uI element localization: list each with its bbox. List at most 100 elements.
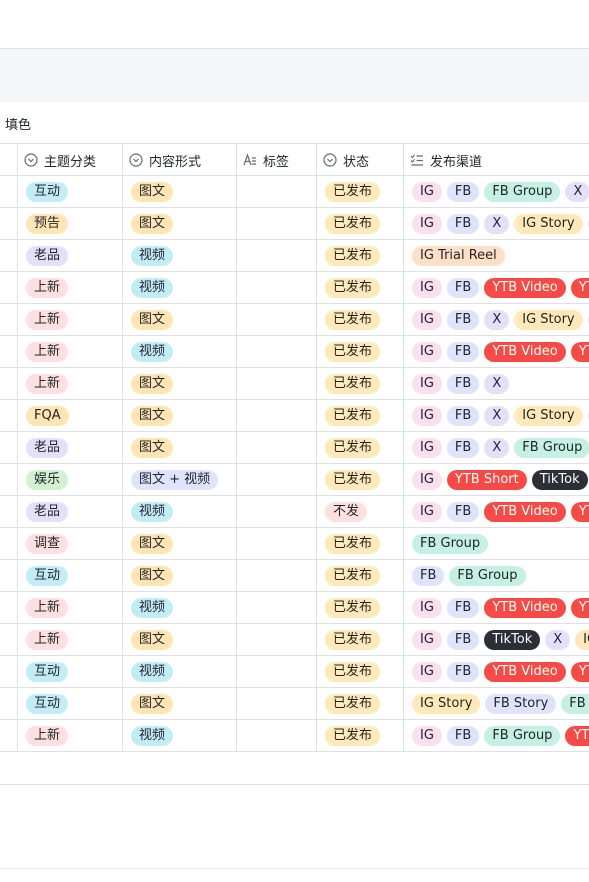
table-row[interactable]: 上新图文 已发布IGFBXIG StoryFB Story: [0, 304, 589, 336]
cell-topic[interactable]: 老品: [18, 240, 123, 271]
table-row[interactable]: 调查 图文 已发布 FB Group: [0, 528, 589, 560]
table-row[interactable]: 上新 图文 已发布 IG FB X: [0, 368, 589, 400]
cell-status[interactable]: 已发布: [317, 400, 404, 431]
cell-status[interactable]: 已发布: [317, 528, 404, 559]
cell-topic[interactable]: 娱乐: [18, 464, 123, 495]
cell-tags[interactable]: [237, 304, 317, 335]
cell-tags[interactable]: [237, 368, 317, 399]
cell-tags[interactable]: [237, 688, 317, 719]
cell-status[interactable]: 已发布: [317, 368, 404, 399]
table-row[interactable]: 互动 图文 已发布 FB FB Group: [0, 560, 589, 592]
fill-color-button[interactable]: 填色: [5, 114, 31, 133]
table-row[interactable]: 上新 视频 已发布 IGFBYTB VideoYTB Short: [0, 592, 589, 624]
cell-topic[interactable]: 上新: [18, 272, 123, 303]
table-row[interactable]: 老品 视频 不发 IGFBYTB VideoYTB Short: [0, 496, 589, 528]
cell-tags[interactable]: [237, 400, 317, 431]
cell-format[interactable]: 图文: [123, 368, 237, 399]
table-row[interactable]: FQA图文 已发布IGFBXIG StoryFB Story: [0, 400, 589, 432]
cell-format[interactable]: 视频: [123, 720, 237, 751]
table-row[interactable]: 上新 视频 已发布 IGFBYTB VideoYTB Short: [0, 336, 589, 368]
cell-topic[interactable]: 互动: [18, 560, 123, 591]
cell-topic[interactable]: 上新: [18, 720, 123, 751]
cell-format[interactable]: 视频: [123, 336, 237, 367]
cell-topic[interactable]: 互动: [18, 688, 123, 719]
cell-status[interactable]: 已发布: [317, 208, 404, 239]
table-row[interactable]: 上新 视频 已发布 IGFBFB GroupYTB Video: [0, 720, 589, 752]
column-header-tags[interactable]: 标签: [237, 144, 317, 176]
cell-channels[interactable]: IGFBXIG StoryFB Story: [404, 304, 589, 335]
table-row[interactable]: 预告图文已发布IGFBXIG StoryFB Story: [0, 208, 589, 240]
cell-status[interactable]: 已发布: [317, 336, 404, 367]
cell-format[interactable]: 视频: [123, 272, 237, 303]
cell-topic[interactable]: 老品: [18, 432, 123, 463]
cell-topic[interactable]: 上新: [18, 304, 123, 335]
cell-channels[interactable]: IG FB X: [404, 368, 589, 399]
table-row[interactable]: 老品 视频 已发布 IG Trial Reel: [0, 240, 589, 272]
table-row[interactable]: 互动 图文 已发布 IG FB FB Group X: [0, 176, 589, 208]
cell-tags[interactable]: [237, 560, 317, 591]
cell-channels[interactable]: IG Trial Reel: [404, 240, 589, 271]
cell-format[interactable]: 图文: [123, 624, 237, 655]
cell-channels[interactable]: IGFBYTB VideoYTB Short: [404, 496, 589, 527]
cell-status[interactable]: 已发布: [317, 304, 404, 335]
cell-tags[interactable]: [237, 528, 317, 559]
cell-channels[interactable]: IG StoryFB StoryFB Group: [404, 688, 589, 719]
cell-tags[interactable]: [237, 656, 317, 687]
cell-topic[interactable]: 互动: [18, 656, 123, 687]
cell-format[interactable]: 图文: [123, 400, 237, 431]
cell-format[interactable]: 图文 + 视频: [123, 464, 237, 495]
cell-channels[interactable]: IGFBXIG StoryFB Story: [404, 400, 589, 431]
cell-status[interactable]: 已发布: [317, 720, 404, 751]
cell-status[interactable]: 已发布: [317, 688, 404, 719]
cell-topic[interactable]: 上新: [18, 624, 123, 655]
cell-status[interactable]: 已发布: [317, 592, 404, 623]
cell-tags[interactable]: [237, 464, 317, 495]
cell-format[interactable]: 图文: [123, 560, 237, 591]
column-header-topic[interactable]: 主题分类: [18, 144, 123, 176]
cell-tags[interactable]: [237, 592, 317, 623]
column-header-status[interactable]: 状态: [317, 144, 404, 176]
cell-topic[interactable]: 老品: [18, 496, 123, 527]
cell-topic[interactable]: FQA: [18, 400, 123, 431]
cell-status[interactable]: 已发布: [317, 432, 404, 463]
cell-topic[interactable]: 上新: [18, 368, 123, 399]
cell-status[interactable]: 已发布: [317, 656, 404, 687]
table-row[interactable]: 互动 视频 已发布 IGFBYTB VideoYTB Short: [0, 656, 589, 688]
cell-topic[interactable]: 上新: [18, 336, 123, 367]
cell-channels[interactable]: FB FB Group: [404, 560, 589, 591]
cell-tags[interactable]: [237, 208, 317, 239]
cell-tags[interactable]: [237, 336, 317, 367]
cell-tags[interactable]: [237, 272, 317, 303]
cell-format[interactable]: 图文: [123, 432, 237, 463]
cell-format[interactable]: 图文: [123, 176, 237, 207]
cell-channels[interactable]: IGFBYTB VideoYTB Short: [404, 592, 589, 623]
cell-status[interactable]: 已发布: [317, 176, 404, 207]
cell-channels[interactable]: IGFBTikTokX IG Story: [404, 624, 589, 655]
cell-channels[interactable]: IGFBYTB VideoYTB Short: [404, 272, 589, 303]
cell-tags[interactable]: [237, 624, 317, 655]
cell-tags[interactable]: [237, 720, 317, 751]
cell-status[interactable]: 已发布: [317, 272, 404, 303]
cell-format[interactable]: 视频: [123, 592, 237, 623]
table-row[interactable]: 互动 图文 已发布 IG StoryFB StoryFB Group: [0, 688, 589, 720]
cell-status[interactable]: 已发布: [317, 240, 404, 271]
cell-format[interactable]: 图文: [123, 304, 237, 335]
table-row[interactable]: 上新 图文 已发布 IGFBTikTokX IG Story: [0, 624, 589, 656]
cell-status[interactable]: 已发布: [317, 464, 404, 495]
column-header-channels[interactable]: 发布渠道: [404, 144, 589, 176]
table-row[interactable]: 老品图文已发布IGFBXFB GroupIG Story: [0, 432, 589, 464]
cell-status[interactable]: 已发布: [317, 624, 404, 655]
column-header-format[interactable]: 内容形式: [123, 144, 237, 176]
cell-channels[interactable]: IGFBYTB VideoYTB Short: [404, 656, 589, 687]
cell-topic[interactable]: 互动: [18, 176, 123, 207]
cell-status[interactable]: 不发: [317, 496, 404, 527]
cell-channels[interactable]: IG YTB Short TikTok: [404, 464, 589, 495]
cell-format[interactable]: 视频: [123, 496, 237, 527]
cell-channels[interactable]: IGFBFB GroupYTB Video: [404, 720, 589, 751]
cell-format[interactable]: 图文: [123, 208, 237, 239]
cell-format[interactable]: 视频: [123, 656, 237, 687]
cell-channels[interactable]: IG FB FB Group X: [404, 176, 589, 207]
table-row[interactable]: 上新 视频 已发布 IGFBYTB VideoYTB Short: [0, 272, 589, 304]
cell-channels[interactable]: IGFBXIG StoryFB Story: [404, 208, 589, 239]
cell-status[interactable]: 已发布: [317, 560, 404, 591]
